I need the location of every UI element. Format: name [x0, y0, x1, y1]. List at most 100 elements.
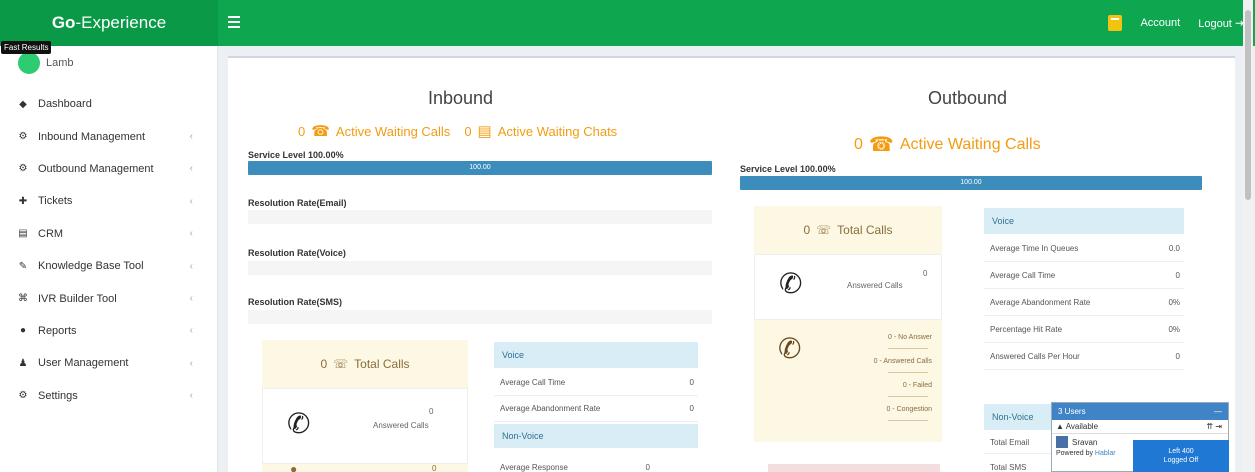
logout-link[interactable]: Logout ⇥ — [1198, 16, 1245, 30]
outbound-service-level-label: Service Level 100.00% — [740, 164, 836, 174]
outbound-answered-count: 0 — [923, 269, 928, 278]
scroll-thumb[interactable] — [1245, 10, 1251, 200]
resolution-email-label: Resolution Rate(Email) — [248, 198, 347, 208]
sidebar-item-knowledge-base-tool[interactable]: ✎ Knowledge Base Tool ‹ — [0, 250, 217, 282]
menu-toggle-icon[interactable] — [228, 16, 240, 28]
outbound-stat-row: Average Time In Queues 0.0 — [984, 236, 1184, 262]
sidebar-item-ivr-builder-tool[interactable]: ⌘ IVR Builder Tool ‹ — [0, 282, 217, 314]
contact-avatar — [1056, 436, 1068, 448]
brand-bold: Go — [51, 13, 76, 32]
inbound-voice-head: Voice — [494, 342, 698, 368]
brand-logo[interactable]: Go -Experience — [0, 0, 218, 46]
inbound-waiting-chats-label: Active Waiting Chats — [497, 123, 618, 139]
sidebar-item-outbound-management[interactable]: ⚙ Outbound Management ‹ — [0, 153, 217, 185]
stat-value: 0 — [689, 378, 694, 387]
inbound-answered-card: ✆ 0 Answered Calls — [262, 388, 468, 464]
inbound-avg-abandon-row: Average Abandonment Rate 0 — [494, 396, 698, 422]
inbound-waiting-calls: 0 ☎ Active Waiting Calls 0 ▤ Active Wait… — [298, 122, 617, 140]
sidebar-item-label: User Management — [38, 357, 129, 370]
status-panel[interactable]: Left 400 Logged Off — [1133, 440, 1229, 472]
stat-value: 0 — [645, 462, 650, 472]
chevron-left-icon: ‹ — [189, 195, 193, 207]
notification-icon[interactable] — [1108, 15, 1123, 31]
settings-icon: ⚙ — [18, 390, 28, 402]
powered-prefix: Powered by — [1056, 450, 1093, 457]
ticket-icon: ✚ — [18, 195, 28, 207]
stat-label: Average Response — [500, 462, 568, 472]
status-item: 0 - No Answer — [888, 334, 932, 341]
chevron-left-icon: ‹ — [189, 325, 193, 337]
outbound-pink-box — [768, 464, 940, 472]
crm-icon: ▤ — [18, 228, 28, 240]
chevron-left-icon: ‹ — [189, 131, 193, 143]
stat-label: Average Time In Queues — [990, 244, 1079, 253]
outbound-voice-head: Voice — [984, 208, 1184, 234]
users-icon: ♟ — [18, 357, 28, 369]
sidebar-item-crm[interactable]: ▤ CRM ‹ — [0, 218, 217, 250]
phone-icon: ☎ — [311, 123, 330, 140]
outbound-stat-row: Average Abandonment Rate 0% — [984, 290, 1184, 316]
sidebar-item-user-management[interactable]: ♟ User Management ‹ — [0, 347, 217, 379]
stat-value: 0 — [1175, 352, 1180, 361]
status-arrow-icon: ▲ — [1056, 422, 1066, 431]
page-scrollbar[interactable] — [1243, 0, 1253, 472]
dashboard-icon: ◆ — [19, 98, 27, 110]
divider — [888, 348, 928, 349]
avatar — [18, 52, 40, 74]
stat-value: 0% — [1168, 298, 1180, 307]
sidebar-item-dashboard[interactable]: ◆ Dashboard — [0, 88, 217, 120]
brand-rest: -Experience — [75, 13, 167, 32]
powered-link[interactable]: Hablar — [1095, 450, 1116, 457]
stat-label: Average Call Time — [990, 271, 1056, 280]
inbound-service-level-bar: 100.00 — [248, 161, 712, 175]
total-calls-icon: ☏ — [816, 223, 832, 237]
divider — [888, 396, 928, 397]
tooltip: Fast Results — [1, 41, 52, 54]
sidebar-item-label: Tickets — [38, 195, 73, 208]
status-item: 0 - Congestion — [886, 406, 932, 413]
chat-contact: Sravan — [1072, 437, 1098, 447]
sidebar-item-label: Inbound Management — [38, 130, 146, 143]
resolution-voice-label: Resolution Rate(Voice) — [248, 248, 346, 258]
inbound-service-level-fill: 100.00 — [248, 161, 712, 175]
outbound-waiting-calls-count: 0 — [854, 135, 863, 153]
resolution-sms-label: Resolution Rate(SMS) — [248, 297, 343, 307]
sidebar-item-label: Reports — [38, 324, 77, 337]
resolution-email-bar — [248, 210, 712, 224]
outbound-icon: ⚙ — [18, 163, 28, 175]
inbound-waiting-calls-label: Active Waiting Calls — [335, 123, 451, 139]
outbound-total-calls-box: 0 ☏ Total Calls — [754, 206, 942, 254]
sidebar-item-label: Dashboard — [38, 98, 92, 111]
minimize-icon[interactable]: — — [1214, 407, 1222, 416]
stat-label: Total Email — [990, 438, 1030, 447]
outbound-status-list: ✆ 0 - No Answer 0 - Answered Calls 0 - F… — [754, 320, 942, 442]
outbound-stat-row: Answered Calls Per Hour 0 — [984, 344, 1184, 370]
panel-line1: Left 400 — [1168, 448, 1194, 455]
chevron-left-icon: ‹ — [189, 228, 193, 240]
sidebar-item-label: Knowledge Base Tool — [38, 260, 144, 273]
inbound-title: Inbound — [428, 88, 494, 108]
answered-phone-icon: ✆ — [287, 408, 311, 439]
sidebar-item-inbound-management[interactable]: ⚙ Inbound Management ‹ — [0, 120, 217, 152]
sidebar-item-label: IVR Builder Tool — [38, 292, 117, 305]
outbound-service-level-bar: 100.00 — [740, 176, 1202, 190]
status-phone-icon: ✆ — [778, 333, 802, 364]
chat-controls-icon[interactable]: ⇈ ⇥ — [1206, 422, 1222, 431]
inbound-nonvoice-head: Non-Voice — [494, 424, 698, 448]
chat-icon: ▤ — [477, 123, 492, 140]
outbound-total-calls-label: Total Calls — [837, 223, 893, 237]
sidebar-item-label: Settings — [38, 389, 78, 402]
answered-phone-icon: ✆ — [779, 268, 803, 299]
sidebar-item-label: CRM — [38, 227, 64, 240]
account-link[interactable]: Account — [1140, 17, 1180, 29]
sidebar-item-settings[interactable]: ⚙ Settings ‹ — [0, 380, 217, 412]
sidebar-item-reports[interactable]: ● Reports ‹ — [0, 315, 217, 347]
chat-status-row[interactable]: ▲ Available ⇈ ⇥ — [1052, 420, 1228, 434]
outbound-answered-label: Answered Calls — [847, 281, 903, 290]
chevron-left-icon: ‹ — [189, 390, 193, 402]
stat-label: Average Abandonment Rate — [990, 298, 1091, 307]
sidebar-menu: ◆ Dashboard ⚙ Inbound Management ‹ ⚙ Outbound … — [0, 88, 217, 412]
chat-header[interactable]: 3 Users — — [1052, 403, 1228, 420]
inbound-answered-count: 0 — [429, 407, 434, 416]
sidebar-item-tickets[interactable]: ✚ Tickets ‹ — [0, 185, 217, 217]
